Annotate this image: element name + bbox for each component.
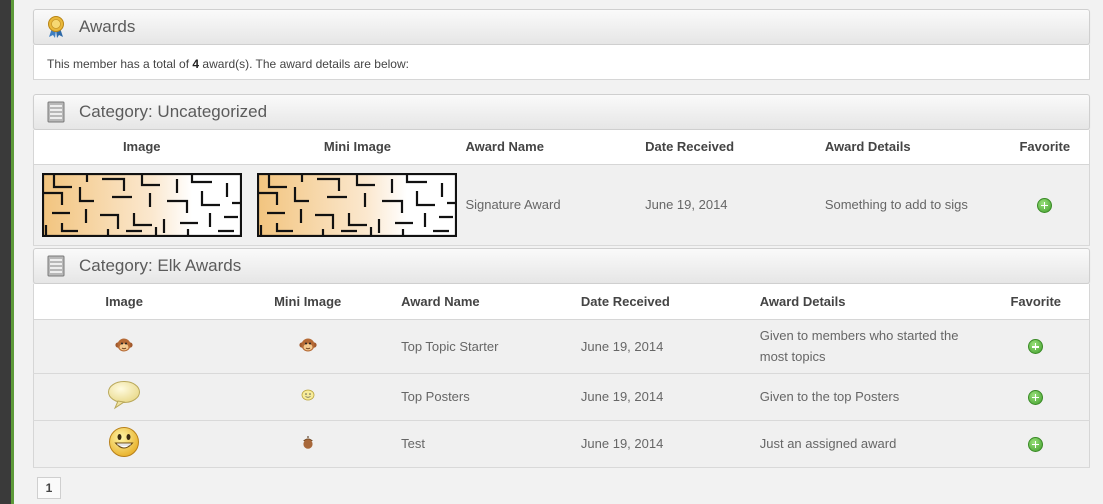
award-name: Top Posters: [401, 373, 581, 421]
window-edge: [0, 0, 11, 504]
category-title: Category: Elk Awards: [79, 256, 242, 275]
column-header-award-name: Award Name: [465, 130, 646, 165]
award-mini-image-cell: [249, 164, 466, 246]
award-mini-image-cell: [214, 319, 402, 374]
small-smiley-icon: [301, 389, 315, 401]
summary-suffix: award(s). The award details are below:: [199, 57, 409, 71]
award-name: Signature Award: [465, 164, 646, 246]
date-received: June 19, 2014: [580, 319, 760, 374]
table-row: Top Topic Starter June 19, 2014 Given to…: [33, 319, 1090, 374]
award-name: Test: [401, 420, 581, 468]
column-header-mini-image: Mini Image: [214, 284, 402, 320]
server-icon: [44, 100, 68, 124]
award-details: Just an assigned award: [759, 420, 983, 468]
award-details: Given to the top Posters: [759, 373, 983, 421]
date-received: June 19, 2014: [580, 420, 760, 468]
award-name: Top Topic Starter: [401, 319, 581, 374]
category-header-elk-awards: Category: Elk Awards: [33, 248, 1090, 284]
column-header-date-received: Date Received: [580, 284, 760, 320]
award-image-cell: [33, 420, 215, 468]
column-header-date-received: Date Received: [645, 130, 825, 165]
award-details: Given to members who started the most to…: [759, 319, 983, 374]
date-received: June 19, 2014: [645, 164, 825, 246]
server-icon: [44, 254, 68, 278]
favorite-cell: [982, 319, 1090, 374]
column-header-image: Image: [33, 130, 250, 165]
table-row: Test June 19, 2014 Just an assigned awar…: [33, 420, 1090, 468]
table-row: Top Posters June 19, 2014 Given to the t…: [33, 373, 1090, 421]
maze-image: [42, 172, 242, 237]
monkey-icon: [299, 338, 317, 351]
ribbon-icon: [44, 15, 68, 39]
award-mini-image-cell: [214, 420, 402, 468]
acorn-icon: [302, 436, 313, 449]
favorite-cell: [1000, 164, 1090, 246]
awards-title: Awards: [79, 17, 136, 36]
awards-summary: This member has a total of 4 award(s). T…: [33, 45, 1090, 80]
awards-table-uncategorized: Image Mini Image Award Name Date Receive…: [33, 130, 1090, 246]
column-header-mini-image: Mini Image: [249, 130, 466, 165]
favorite-cell: [982, 420, 1090, 468]
award-image-cell: [33, 319, 215, 374]
awards-table-elk-awards: Image Mini Image Award Name Date Receive…: [33, 284, 1090, 468]
table-row: Signature Award June 19, 2014 Something …: [33, 164, 1090, 246]
award-mini-image-cell: [214, 373, 402, 421]
column-header-award-name: Award Name: [401, 284, 581, 320]
award-image-cell: [33, 373, 215, 421]
column-header-image: Image: [33, 284, 215, 320]
summary-prefix: This member has a total of: [47, 57, 193, 71]
column-header-favorite: Favorite: [982, 284, 1090, 320]
add-favorite-icon[interactable]: [1028, 339, 1044, 355]
add-favorite-icon[interactable]: [1037, 197, 1053, 213]
favorite-cell: [982, 373, 1090, 421]
award-details: Something to add to sigs: [824, 164, 1001, 246]
category-header-uncategorized: Category: Uncategorized: [33, 94, 1090, 130]
maze-image: [257, 172, 458, 237]
add-favorite-icon[interactable]: [1028, 389, 1044, 405]
category-title: Category: Uncategorized: [79, 102, 268, 121]
grinning-smiley-icon: [109, 427, 140, 457]
pagination-page-1[interactable]: 1: [37, 477, 61, 499]
monkey-icon: [115, 338, 133, 351]
date-received: June 19, 2014: [580, 373, 760, 421]
column-header-award-details: Award Details: [824, 130, 1001, 165]
awards-header: Awards: [33, 9, 1090, 45]
speech-bubble-icon: [108, 381, 141, 410]
column-header-favorite: Favorite: [1000, 130, 1090, 165]
add-favorite-icon[interactable]: [1028, 436, 1044, 452]
column-header-award-details: Award Details: [759, 284, 983, 320]
award-image-cell: [33, 164, 250, 246]
